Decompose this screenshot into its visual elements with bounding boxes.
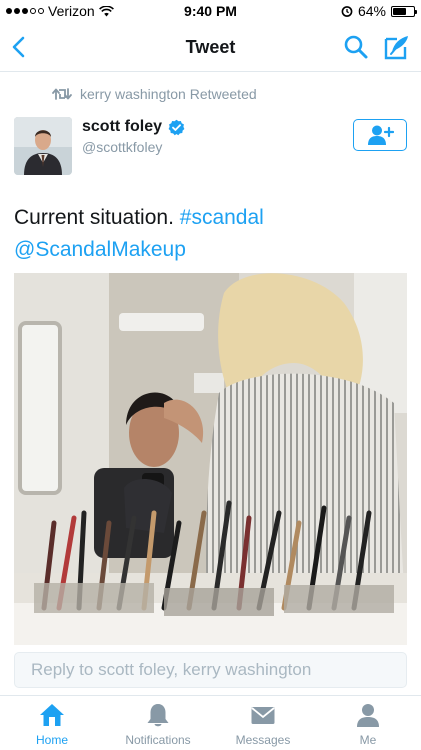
- add-user-icon: [368, 125, 394, 145]
- home-icon: [40, 704, 64, 726]
- author-name-row[interactable]: scott foley: [82, 118, 185, 136]
- retweet-label: kerry washington Retweeted: [80, 86, 257, 102]
- tweet-body: Current situation.: [14, 206, 174, 229]
- alarm-icon: [341, 6, 353, 17]
- battery-group: 64%: [341, 3, 417, 19]
- tab-me[interactable]: Me: [318, 702, 418, 750]
- avatar[interactable]: [14, 117, 72, 175]
- tweet-text: Current situation. #scandal @ScandalMake…: [14, 202, 409, 266]
- tab-notifications[interactable]: Notifications: [108, 702, 208, 750]
- photo-image: [14, 273, 407, 645]
- tab-messages[interactable]: Messages: [213, 702, 313, 750]
- tab-label-home: Home: [35, 733, 68, 747]
- retweet-icon: [52, 88, 72, 100]
- envelope-icon: [251, 707, 275, 724]
- reply-input[interactable]: Reply to scott foley, kerry washington: [14, 652, 407, 688]
- status-bar: Verizon 9:40 PM 64%: [0, 0, 421, 22]
- follow-button[interactable]: [353, 119, 407, 151]
- retweet-indicator[interactable]: kerry washington Retweeted: [52, 86, 257, 102]
- tab-label-notifications: Notifications: [125, 733, 191, 747]
- avatar-image: [14, 117, 72, 175]
- nav-bar: Tweet: [0, 22, 421, 72]
- battery-percent: 64%: [357, 3, 386, 19]
- tab-home[interactable]: Home: [2, 702, 102, 750]
- search-icon[interactable]: [343, 34, 369, 60]
- battery-icon: [391, 5, 417, 17]
- tab-label-me: Me: [359, 733, 377, 747]
- hashtag-link[interactable]: #scandal: [180, 206, 264, 229]
- tweet-photo[interactable]: [14, 273, 407, 645]
- mention-link[interactable]: @ScandalMakeup: [14, 238, 186, 261]
- bell-icon: [147, 704, 169, 727]
- tab-label-messages: Messages: [235, 733, 291, 747]
- compose-icon[interactable]: [383, 33, 411, 61]
- tab-bar: Home Notifications Messages Me: [0, 695, 421, 750]
- verified-badge-icon: [168, 119, 185, 135]
- author-name[interactable]: scott foley: [82, 118, 162, 136]
- author-handle[interactable]: @scottkfoley: [82, 139, 162, 155]
- person-icon: [357, 704, 379, 727]
